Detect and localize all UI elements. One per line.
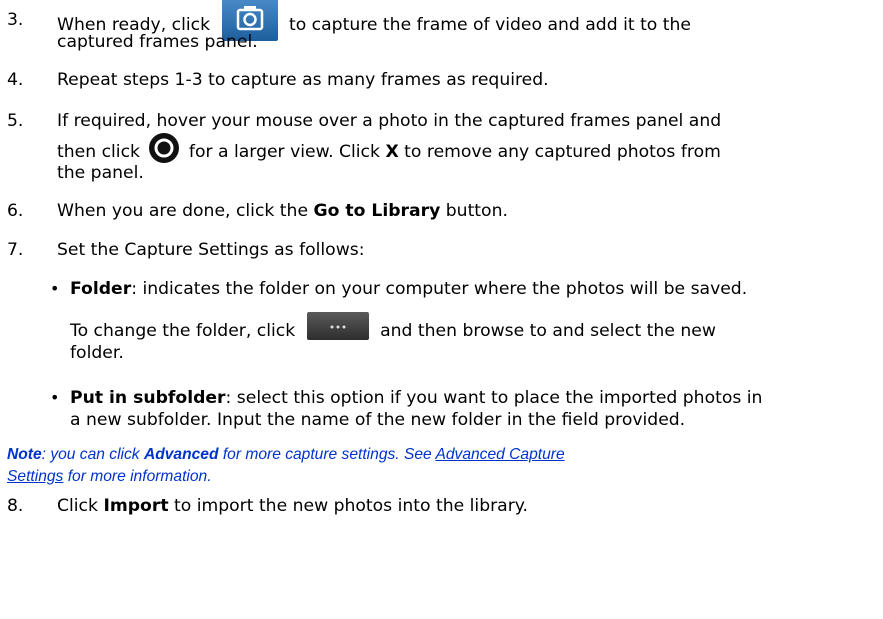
view-circle-icon bbox=[148, 132, 180, 164]
step-number: 3. bbox=[7, 10, 24, 30]
folder-bullet-line-3: folder. bbox=[70, 343, 124, 363]
subfolder-bullet-line-2: a new subfolder. Input the name of the n… bbox=[70, 410, 686, 430]
folder-bullet-line-1: Folder: indicates the folder on your com… bbox=[70, 279, 748, 299]
step-6-text: When you are done, click the Go to Libra… bbox=[57, 201, 508, 221]
advanced-capture-settings-link-cont[interactable]: Settings bbox=[7, 468, 63, 485]
note-label: Note bbox=[7, 446, 42, 463]
step-3-line-2: captured frames panel. bbox=[57, 32, 258, 52]
remove-x-label: X bbox=[385, 142, 399, 162]
step-text: then click bbox=[57, 142, 140, 162]
step-4-text: Repeat steps 1-3 to capture as many fram… bbox=[57, 70, 549, 90]
step-number: 8. bbox=[7, 496, 24, 516]
step-text: to capture the frame of video and add it… bbox=[288, 15, 691, 35]
step-8-text: Click Import to import the new photos in… bbox=[57, 496, 528, 516]
step-5-line-3: the panel. bbox=[57, 163, 144, 183]
step-number: 5. bbox=[7, 111, 24, 131]
bullet-dot: • bbox=[50, 388, 60, 407]
bullet-dot: • bbox=[50, 279, 60, 298]
step-number: 6. bbox=[7, 201, 24, 221]
folder-bullet-line-2: To change the folder, click and then bro… bbox=[70, 312, 716, 342]
step-7-text: Set the Capture Settings as follows: bbox=[57, 240, 365, 260]
step-text: for a larger view. Click bbox=[188, 142, 380, 162]
go-to-library-label: Go to Library bbox=[313, 201, 441, 221]
step-number: 7. bbox=[7, 240, 24, 260]
put-in-subfolder-label: Put in subfolder bbox=[70, 388, 226, 408]
step-5-line-2: then click for a larger view. Click X to… bbox=[57, 133, 721, 164]
folder-label: Folder bbox=[70, 279, 132, 299]
advanced-capture-settings-link[interactable]: Advanced Capture bbox=[435, 446, 564, 463]
advanced-label: Advanced bbox=[143, 446, 219, 463]
step-5-line-1: If required, hover your mouse over a pho… bbox=[57, 111, 722, 131]
note-line-1: Note: you can click Advanced for more ca… bbox=[7, 446, 565, 463]
subfolder-bullet-line-1: Put in subfolder: select this option if … bbox=[70, 388, 763, 408]
step-text: to remove any captured photos from bbox=[404, 142, 721, 162]
step-number: 4. bbox=[7, 70, 24, 90]
import-label: Import bbox=[103, 496, 169, 516]
note-line-2: Settings for more information. bbox=[7, 468, 212, 485]
more-options-icon bbox=[306, 312, 369, 340]
